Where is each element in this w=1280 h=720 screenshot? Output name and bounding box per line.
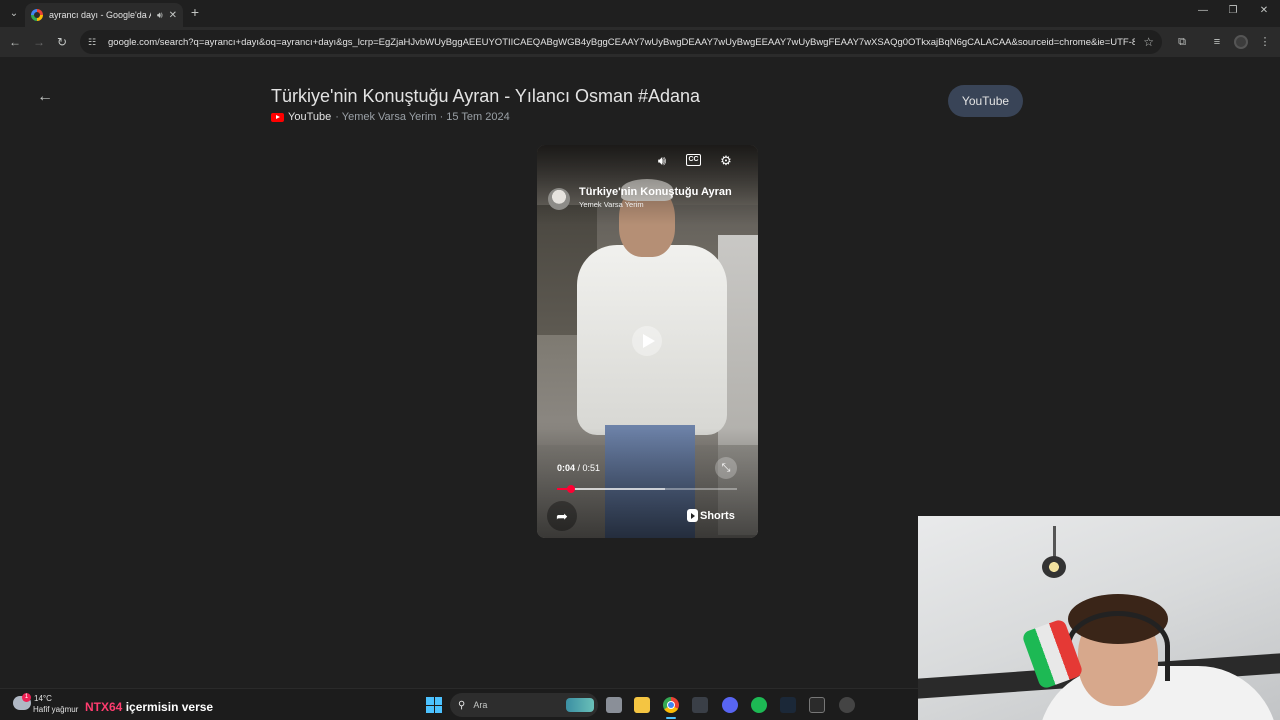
site-info-icon[interactable]: ☷ bbox=[88, 37, 100, 48]
speaker-icon[interactable]: 🔊︎ bbox=[157, 10, 163, 21]
video-meta: YouTube · Yemek Varsa Yerim · 15 Tem 202… bbox=[271, 111, 510, 123]
meta-channel-date: · Yemek Varsa Yerim · 15 Tem 2024 bbox=[335, 111, 510, 123]
reload-icon[interactable]: ↻ bbox=[54, 34, 70, 50]
media-control-icon[interactable]: ≡ bbox=[1210, 35, 1224, 49]
tab-title: ayrancı dayı - Google'da Ara bbox=[49, 10, 151, 20]
settings-gear-icon[interactable]: ⚙ bbox=[717, 152, 735, 170]
chat-message: içermisin verse bbox=[125, 700, 214, 714]
player-channel-name[interactable]: Yemek Varsa Yerim bbox=[579, 200, 644, 209]
video-title[interactable]: Türkiye'nin Konuştuğu Ayran - Yılancı Os… bbox=[271, 86, 700, 107]
steam-icon[interactable] bbox=[780, 697, 796, 713]
duration: / 0:51 bbox=[577, 463, 601, 473]
back-icon[interactable]: ← bbox=[7, 34, 23, 50]
browser-toolbar: ← → ↻ ☷ google.com/search?q=ayrancı+dayı… bbox=[0, 27, 1280, 57]
play-icon[interactable] bbox=[632, 326, 662, 356]
address-bar[interactable]: ☷ google.com/search?q=ayrancı+dayı&oq=ay… bbox=[80, 30, 1162, 54]
stream-chat-overlay: NTX64 içermisin verse bbox=[85, 700, 213, 714]
windows-start-icon[interactable] bbox=[426, 697, 442, 713]
shorts-icon bbox=[687, 509, 698, 522]
tab-strip: ⌄ ayrancı dayı - Google'da Ara 🔊︎ ✕ + — … bbox=[0, 0, 1280, 27]
captions-icon[interactable]: CC bbox=[686, 154, 701, 166]
shorts-label: Shorts bbox=[700, 509, 735, 522]
new-tab-plus-icon[interactable]: + bbox=[188, 4, 202, 20]
app-cube-icon[interactable] bbox=[692, 697, 708, 713]
minimize-icon[interactable]: — bbox=[1193, 5, 1213, 16]
weather-desc[interactable]: Hafif yağmur bbox=[33, 705, 78, 714]
discord-icon[interactable] bbox=[722, 697, 738, 713]
webcam-lamp bbox=[1042, 556, 1066, 578]
chrome-icon[interactable] bbox=[663, 697, 679, 713]
time-display: 0:04 / 0:51 bbox=[557, 463, 600, 473]
progress-bar[interactable] bbox=[557, 485, 737, 493]
taskbar-search[interactable]: ⚲ Ara bbox=[450, 693, 598, 717]
fullscreen-icon[interactable]: ⤡ bbox=[715, 457, 737, 479]
restore-icon[interactable]: ❐ bbox=[1223, 5, 1243, 16]
bookmark-star-icon[interactable]: ☆ bbox=[1143, 35, 1162, 49]
tab-search-icon[interactable]: ⌄ bbox=[6, 5, 22, 21]
chat-username: NTX64 bbox=[85, 700, 123, 714]
player-overlay-title[interactable]: Türkiye'nin Konuştuğu Ayran bbox=[579, 186, 754, 198]
shorts-logo: Shorts bbox=[687, 509, 735, 522]
task-view-icon[interactable] bbox=[606, 697, 622, 713]
forward-icon[interactable]: → bbox=[31, 34, 47, 50]
meta-source: YouTube bbox=[288, 111, 332, 123]
weather-badge: 1 bbox=[22, 693, 31, 702]
browser-tab[interactable]: ayrancı dayı - Google'da Ara 🔊︎ ✕ bbox=[25, 3, 183, 27]
profile-avatar[interactable] bbox=[1234, 35, 1248, 49]
share-icon[interactable]: ➦ bbox=[547, 501, 577, 531]
weather-temp[interactable]: 14°C bbox=[34, 694, 52, 703]
chrome-active-indicator bbox=[666, 717, 676, 719]
window-close-icon[interactable]: ✕ bbox=[1254, 5, 1274, 16]
back-arrow-icon[interactable]: ← bbox=[36, 88, 54, 106]
spotify-icon[interactable] bbox=[751, 697, 767, 713]
url-text[interactable]: google.com/search?q=ayrancı+dayı&oq=ayra… bbox=[108, 37, 1135, 48]
search-icon: ⚲ bbox=[458, 699, 466, 711]
webcam-overlay bbox=[918, 516, 1280, 720]
epic-games-icon[interactable] bbox=[809, 697, 825, 713]
taskbar-search-label: Ara bbox=[473, 700, 488, 710]
youtube-logo-icon bbox=[271, 112, 284, 122]
current-time: 0:04 bbox=[557, 463, 576, 473]
app-circle-icon[interactable] bbox=[839, 697, 855, 713]
volume-icon[interactable]: 🔊︎ bbox=[653, 152, 671, 170]
extensions-icon[interactable]: ⧉ bbox=[1175, 35, 1189, 49]
taskbar: 1 14°C Hafif yağmur NTX64 içermisin vers… bbox=[0, 688, 918, 720]
file-explorer-icon[interactable] bbox=[634, 697, 650, 713]
video-player[interactable]: 🔊︎ CC ⚙ Türkiye'nin Konuştuğu Ayran Yeme… bbox=[537, 145, 758, 538]
tab-close-icon[interactable]: ✕ bbox=[169, 10, 177, 21]
channel-avatar[interactable] bbox=[548, 188, 570, 210]
youtube-button[interactable]: YouTube bbox=[948, 85, 1023, 117]
search-highlight-icon bbox=[566, 698, 594, 712]
menu-dots-icon[interactable]: ⋮ bbox=[1258, 35, 1272, 49]
google-favicon-icon bbox=[31, 9, 43, 21]
